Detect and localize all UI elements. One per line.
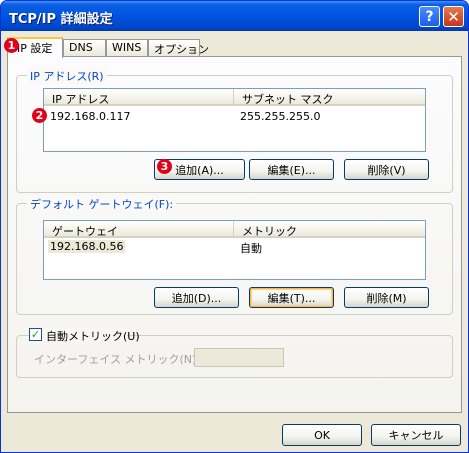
ip-edit-button[interactable]: 編集(E)...	[249, 159, 334, 180]
help-icon: ?	[425, 8, 434, 25]
column-header-ip[interactable]: IP アドレス	[44, 89, 234, 106]
ip-address-group: IP アドレス(R) IP アドレス サブネット マスク 192.168.0.1…	[16, 68, 453, 193]
interface-metric-input[interactable]	[194, 348, 284, 367]
help-button[interactable]: ?	[419, 6, 440, 27]
ip-address-cell[interactable]: 192.168.0.117	[50, 110, 130, 123]
tab-options[interactable]: オプション	[148, 39, 209, 56]
interface-metric-label: インターフェイス メトリック(N):	[34, 353, 201, 366]
ip-address-list[interactable]: IP アドレス サブネット マスク 192.168.0.117 255.255.…	[43, 88, 426, 152]
title-bar[interactable]: TCP/IP 詳細設定 ? ✕	[1, 1, 468, 31]
column-header-metric[interactable]: メトリック	[234, 221, 425, 238]
default-gateway-group: デフォルト ゲートウェイ(F): ゲートウェイ メトリック 192.168.0.…	[16, 196, 453, 315]
gateway-add-button[interactable]: 追加(D)...	[154, 287, 239, 308]
cancel-button[interactable]: キャンセル	[371, 424, 461, 446]
ip-address-legend: IP アドレス(R)	[27, 68, 107, 84]
annotation-marker-1: 1	[4, 38, 19, 53]
ip-delete-button[interactable]: 削除(V)	[344, 159, 429, 180]
tab-dns[interactable]: DNS	[63, 39, 106, 56]
close-button[interactable]: ✕	[443, 6, 464, 27]
auto-metric-label[interactable]: 自動メトリック(U)	[46, 328, 140, 344]
metric-group: ✓ 自動メトリック(U) インターフェイス メトリック(N):	[16, 327, 453, 378]
checkbox-checked-icon[interactable]: ✓	[29, 328, 42, 341]
gateway-delete-button[interactable]: 削除(M)	[344, 287, 429, 308]
auto-metric-option[interactable]: ✓ 自動メトリック(U)	[29, 327, 140, 343]
column-header-subnet[interactable]: サブネット マスク	[234, 89, 425, 106]
close-icon: ✕	[447, 7, 460, 26]
tab-panel-ip-settings: IP アドレス(R) IP アドレス サブネット マスク 192.168.0.1…	[7, 56, 462, 413]
gateway-cell[interactable]: 192.168.0.56	[48, 240, 126, 253]
ok-button[interactable]: OK	[282, 424, 362, 446]
annotation-marker-3: 3	[157, 159, 172, 174]
default-gateway-legend: デフォルト ゲートウェイ(F):	[27, 196, 177, 212]
window-title: TCP/IP 詳細設定	[9, 12, 113, 27]
gateway-edit-button[interactable]: 編集(T)...	[249, 287, 334, 308]
annotation-marker-2: 2	[32, 108, 47, 123]
subnet-mask-cell[interactable]: 255.255.255.0	[240, 110, 320, 123]
column-header-gateway[interactable]: ゲートウェイ	[44, 221, 234, 238]
metric-cell[interactable]: 自動	[240, 240, 262, 256]
dialog-window: TCP/IP 詳細設定 ? ✕ IP 設定 DNS WINS オプション 1 I…	[0, 0, 469, 453]
tab-wins[interactable]: WINS	[106, 39, 148, 56]
gateway-list[interactable]: ゲートウェイ メトリック 192.168.0.56 自動	[43, 220, 426, 280]
